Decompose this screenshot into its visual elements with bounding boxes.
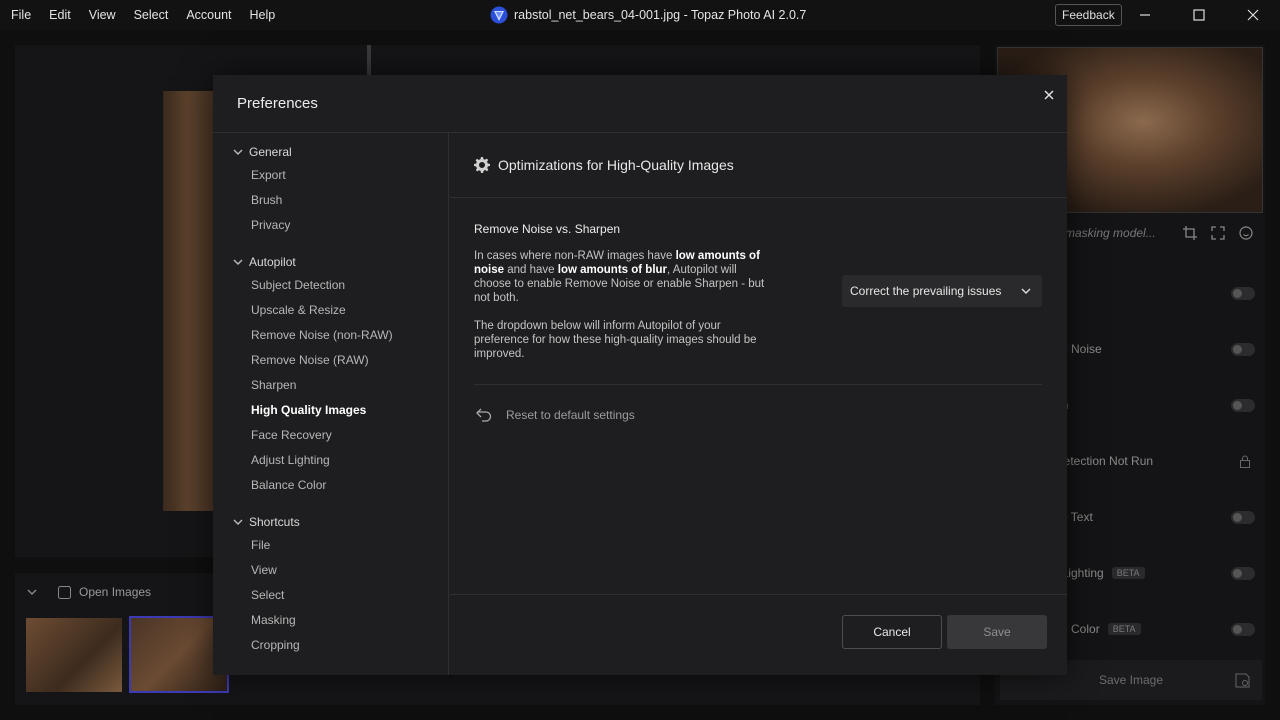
status-row: g masking model... [1055, 223, 1255, 243]
setting-title: Remove Noise vs. Sharpen [474, 222, 621, 236]
reset-defaults-button[interactable]: Reset to default settings [476, 408, 635, 422]
nav-item-remove-noise-raw[interactable]: Remove Noise (RAW) [251, 353, 369, 367]
nav-group-label: Autopilot [249, 255, 296, 269]
toggle-switch[interactable] [1231, 622, 1255, 636]
chevron-down-icon [233, 519, 243, 525]
menu-view[interactable]: View [80, 0, 125, 30]
menu-bar: File Edit View Select Account Help [0, 0, 284, 30]
menu-edit[interactable]: Edit [40, 0, 80, 30]
chevron-down-icon [233, 149, 243, 155]
maximize-icon [1193, 9, 1205, 21]
nav-group-general[interactable]: General [233, 145, 292, 159]
nav-item-shortcut-select[interactable]: Select [251, 588, 284, 602]
nav-item-upscale-resize[interactable]: Upscale & Resize [251, 303, 346, 317]
minimize-icon [1140, 14, 1150, 16]
nav-item-sharpen[interactable]: Sharpen [251, 378, 296, 392]
divider [474, 384, 1042, 385]
nav-group-autopilot[interactable]: Autopilot [233, 255, 296, 269]
chevron-down-icon[interactable] [26, 586, 38, 598]
divider [450, 197, 1067, 198]
panel-row-5: ve Text [1055, 507, 1255, 527]
menu-help[interactable]: Help [241, 0, 285, 30]
nav-item-subject-detection[interactable]: Subject Detection [251, 278, 345, 292]
topaz-logo-icon [490, 6, 508, 24]
thumbnail-1[interactable] [26, 618, 122, 692]
nav-item-high-quality-images[interactable]: High Quality Images [251, 403, 366, 417]
toggle-switch[interactable] [1231, 398, 1255, 412]
chevron-down-icon [1021, 288, 1031, 294]
dialog-close-button[interactable] [1039, 85, 1059, 105]
save-button[interactable]: Save [947, 615, 1047, 649]
nav-item-shortcut-masking[interactable]: Masking [251, 613, 296, 627]
lock-icon [1240, 455, 1250, 468]
prevailing-issues-dropdown[interactable]: Correct the prevailing issues [842, 275, 1042, 307]
dropdown-value: Correct the prevailing issues [850, 284, 1002, 298]
save-image-label: Save Image [1098, 673, 1164, 687]
image-icon [58, 585, 71, 599]
nav-item-shortcut-file[interactable]: File [251, 538, 270, 552]
close-icon [1044, 90, 1054, 100]
undo-icon [476, 408, 492, 422]
nav-item-face-recovery[interactable]: Face Recovery [251, 428, 332, 442]
menu-select[interactable]: Select [125, 0, 178, 30]
title-bar: File Edit View Select Account Help rabst… [0, 0, 1280, 30]
toggle-switch[interactable] [1231, 510, 1255, 524]
section-title: Optimizations for High-Quality Images [498, 157, 734, 173]
divider [450, 594, 1067, 595]
panel-row-1: le [1055, 283, 1255, 303]
nav-item-privacy[interactable]: Privacy [251, 218, 290, 232]
status-text: g masking model... [1055, 226, 1156, 240]
description-text: In cases where non-RAW images have [474, 250, 676, 262]
close-window-button[interactable] [1226, 0, 1280, 30]
face-icon[interactable] [1239, 226, 1253, 240]
panel-row-label: Detection Not Run [1055, 454, 1154, 468]
maximize-button[interactable] [1172, 0, 1226, 30]
close-icon [1247, 9, 1259, 21]
beta-badge: BETA [1107, 623, 1141, 635]
preferences-dialog: Preferences General Export Brush Privacy… [213, 75, 1067, 675]
toggle-switch[interactable] [1231, 342, 1255, 356]
beta-badge: BETA [1111, 567, 1145, 579]
setting-description-2: The dropdown below will inform Autopilot… [474, 320, 757, 360]
reset-label: Reset to default settings [506, 408, 635, 422]
nav-item-brush[interactable]: Brush [251, 193, 282, 207]
save-settings-icon[interactable] [1235, 673, 1250, 688]
menu-account[interactable]: Account [177, 0, 240, 30]
description-text: and have [504, 264, 558, 276]
fullscreen-icon[interactable] [1211, 226, 1225, 240]
section-header: Optimizations for High-Quality Images [474, 157, 734, 173]
nav-item-shortcut-view[interactable]: View [251, 563, 277, 577]
panel-row-6: t Lighting BETA [1055, 563, 1255, 583]
preferences-nav: General Export Brush Privacy Autopilot S… [213, 133, 449, 675]
nav-item-export[interactable]: Export [251, 168, 286, 182]
toggle-switch[interactable] [1231, 566, 1255, 580]
open-images-label[interactable]: Open Images [79, 585, 151, 599]
panel-row-2: ve Noise [1055, 339, 1255, 359]
chevron-down-icon [233, 259, 243, 265]
window-title-text: rabstol_net_bears_04-001.jpg - Topaz Pho… [514, 8, 807, 22]
gear-icon [474, 157, 490, 173]
panel-row-4: Detection Not Run [1055, 451, 1255, 471]
menu-file[interactable]: File [2, 0, 40, 30]
setting-description: In cases where non-RAW images have low a… [474, 249, 774, 305]
open-images-bar: Open Images [26, 585, 151, 599]
split-handle[interactable] [367, 45, 371, 75]
nav-group-shortcuts[interactable]: Shortcuts [233, 515, 300, 529]
nav-item-shortcut-cropping[interactable]: Cropping [251, 638, 300, 652]
toggle-switch[interactable] [1231, 286, 1255, 300]
panel-row-7: ce Color BETA [1055, 619, 1255, 639]
nav-item-remove-noise-non-raw[interactable]: Remove Noise (non-RAW) [251, 328, 393, 342]
nav-group-label: Shortcuts [249, 515, 300, 529]
window-title: rabstol_net_bears_04-001.jpg - Topaz Pho… [490, 0, 806, 30]
nav-item-balance-color[interactable]: Balance Color [251, 478, 326, 492]
dialog-title: Preferences [237, 95, 318, 112]
nav-group-label: General [249, 145, 292, 159]
cancel-button[interactable]: Cancel [842, 615, 942, 649]
description-bold: low amounts of blur [557, 264, 668, 276]
feedback-button[interactable]: Feedback [1055, 4, 1122, 26]
crop-icon[interactable] [1183, 226, 1197, 240]
minimize-button[interactable] [1118, 0, 1172, 30]
nav-item-adjust-lighting[interactable]: Adjust Lighting [251, 453, 330, 467]
panel-row-3: en [1055, 395, 1255, 415]
